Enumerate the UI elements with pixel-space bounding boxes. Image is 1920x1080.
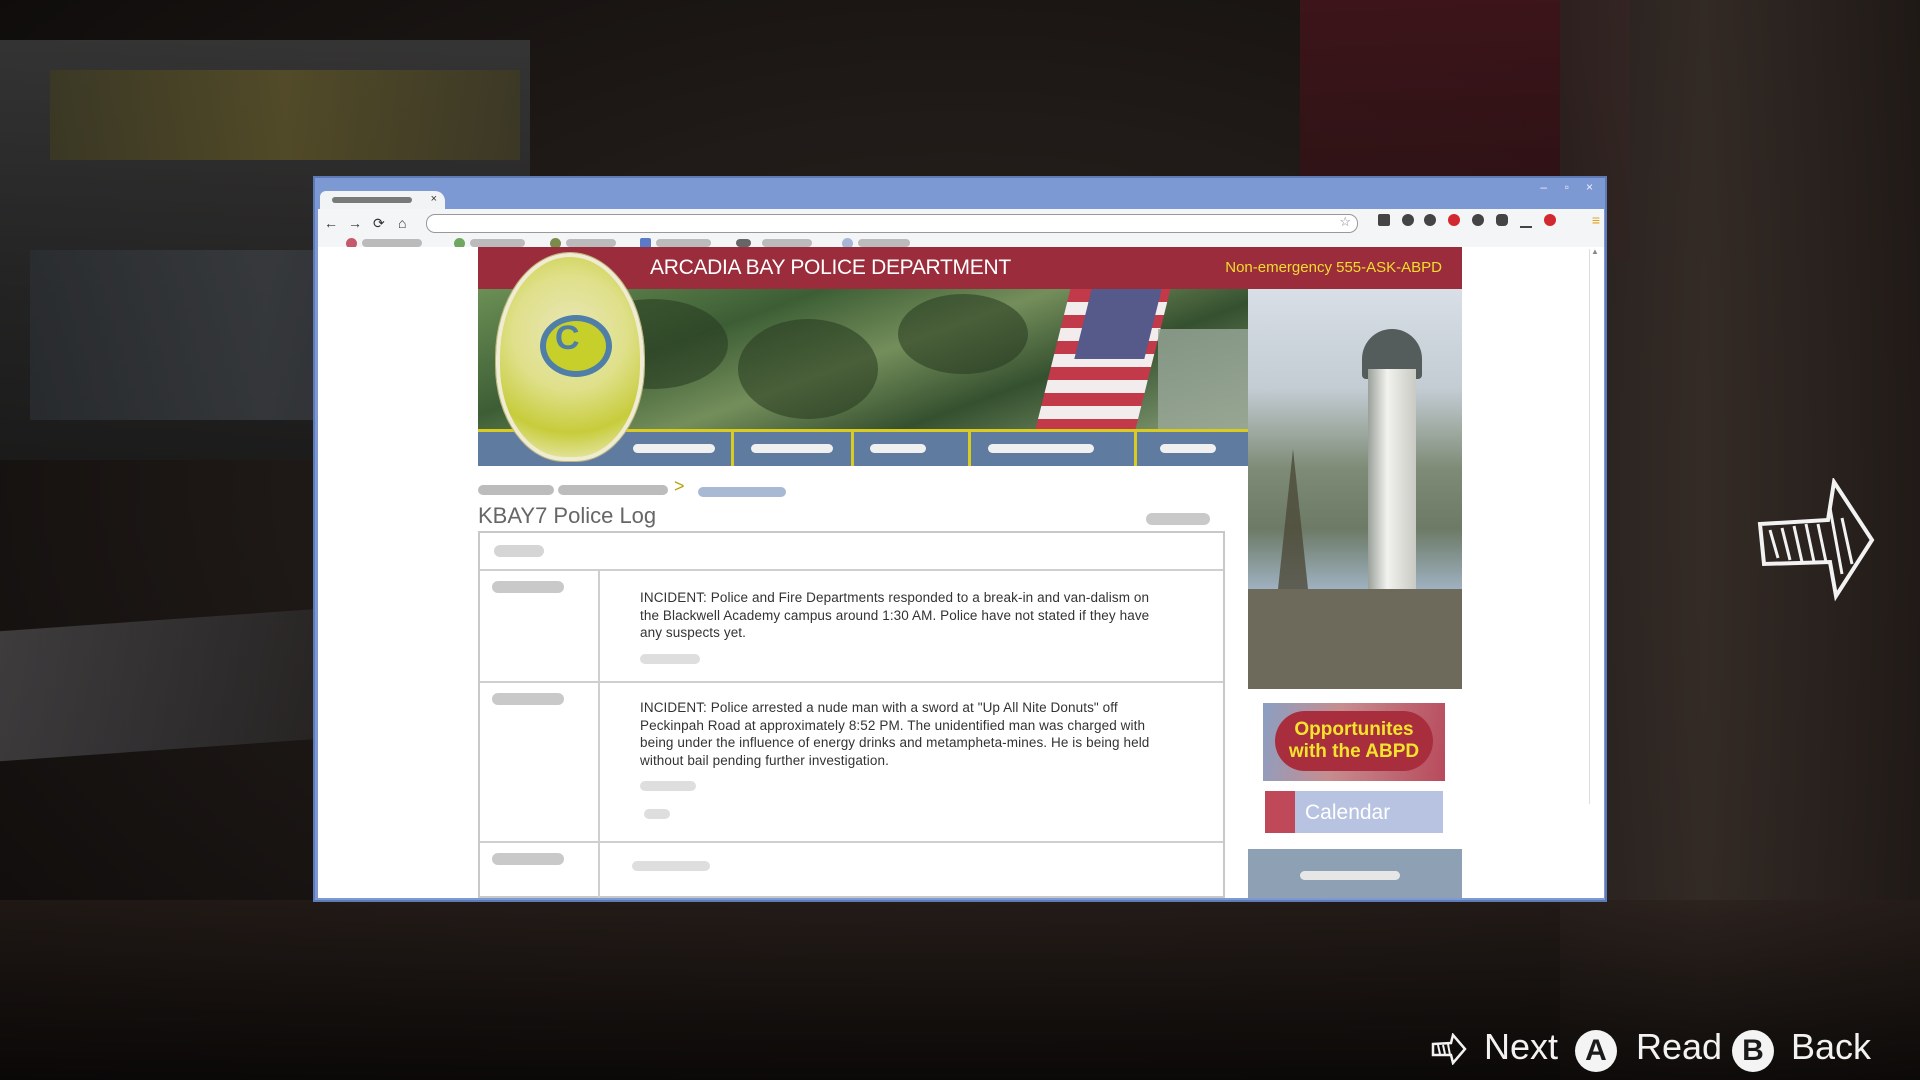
extension-icon[interactable] <box>1424 214 1436 226</box>
bookmark-item[interactable] <box>858 239 910 247</box>
calendar-button[interactable]: Calendar <box>1265 791 1443 833</box>
bookmark-item[interactable] <box>736 239 751 247</box>
extension-icon[interactable] <box>1472 214 1484 226</box>
row-date <box>492 581 564 593</box>
extension-icon[interactable] <box>1402 214 1414 226</box>
nav-item[interactable] <box>870 444 926 453</box>
opportunities-line1: Opportunites <box>1294 719 1414 740</box>
extension-icon[interactable] <box>1544 214 1556 226</box>
opportunities-banner[interactable]: Opportunites with the ABPD <box>1263 703 1445 781</box>
row-date <box>492 853 564 865</box>
bookmark-item[interactable] <box>656 239 711 247</box>
a-button-icon[interactable]: A <box>1575 1030 1617 1072</box>
bookmark-item[interactable] <box>362 239 422 247</box>
nav-item[interactable] <box>1160 444 1216 453</box>
log-entry-text: INCIDENT: Police arrested a nude man wit… <box>640 700 1150 768</box>
table-row: INCIDENT: Police and Fire Departments re… <box>480 569 1223 683</box>
address-bar[interactable]: ☆ <box>426 214 1358 233</box>
bookmark-item[interactable] <box>566 239 616 247</box>
arrow-right-icon[interactable]: → <box>348 215 362 231</box>
log-entry-text: INCIDENT: Police and Fire Departments re… <box>640 590 1150 640</box>
site-header: ARCADIA BAY POLICE DEPARTMENT Non-emerge… <box>478 247 1462 289</box>
back-label[interactable]: Back <box>1791 1026 1871 1072</box>
calendar-label: Calendar <box>1305 801 1391 824</box>
browser-tab[interactable]: × <box>320 191 445 211</box>
close-icon[interactable]: × <box>1586 180 1593 194</box>
table-header <box>480 533 1223 571</box>
bookmark-item[interactable] <box>762 239 812 247</box>
background-papers <box>0 608 320 762</box>
opportunities-line2: with the ABPD <box>1288 741 1420 762</box>
background-floor <box>0 900 1920 1080</box>
page-viewport: ▲ ARCADIA BAY POLICE DEPARTMENT Non-emer… <box>318 247 1604 898</box>
nav-item[interactable] <box>633 444 715 453</box>
bookmark-item[interactable] <box>470 239 525 247</box>
minimize-icon[interactable]: – <box>1540 180 1547 194</box>
reload-icon[interactable]: ⟳ <box>373 215 385 232</box>
breadcrumb-item[interactable] <box>558 485 668 495</box>
next-label[interactable]: Next <box>1484 1026 1558 1072</box>
scrollbar[interactable]: ▲ <box>1589 247 1600 804</box>
nav-item[interactable] <box>751 444 833 453</box>
read-more-link[interactable] <box>640 654 700 664</box>
next-arrow-icon[interactable] <box>1756 478 1876 603</box>
browser-window: × – ▫ × ← → ⟳ ⌂ ☆ ≡ ▲ ARCADIA BAY POLICE… <box>313 176 1607 902</box>
next-arrow-small-icon <box>1431 1033 1467 1065</box>
page-title: KBAY7 Police Log <box>478 503 657 528</box>
non-emergency-number: Non-emergency 555-ASK-ABPD <box>1225 259 1442 276</box>
table-row: INCIDENT: Police arrested a nude man wit… <box>480 681 1223 843</box>
breadcrumb-separator: > <box>674 476 685 496</box>
extension-icon[interactable] <box>1448 214 1460 226</box>
breadcrumb-current[interactable] <box>698 487 786 497</box>
read-label[interactable]: Read <box>1636 1026 1722 1072</box>
police-website: ARCADIA BAY POLICE DEPARTMENT Non-emerge… <box>478 247 1462 898</box>
extension-icon[interactable] <box>1378 214 1390 226</box>
nav-item[interactable] <box>988 444 1094 453</box>
table-row <box>480 841 1223 898</box>
police-badge-icon: C <box>496 253 644 461</box>
row-action[interactable] <box>644 809 670 819</box>
tab-title-scribble <box>332 197 412 203</box>
police-log-table: INCIDENT: Police and Fire Departments re… <box>478 531 1225 898</box>
extension-icon[interactable] <box>1520 214 1532 228</box>
scroll-up-icon[interactable]: ▲ <box>1591 247 1599 256</box>
title-action[interactable] <box>1146 513 1210 525</box>
home-icon[interactable]: ⌂ <box>398 215 406 231</box>
lighthouse-image <box>1248 289 1462 689</box>
sidebar: Opportunites with the ABPD Calendar <box>1248 689 1462 898</box>
maximize-icon[interactable]: ▫ <box>1565 180 1569 194</box>
sidebar-footer <box>1248 849 1462 898</box>
arrow-left-icon[interactable]: ← <box>324 215 338 231</box>
b-button-icon[interactable]: B <box>1732 1030 1774 1072</box>
site-title: ARCADIA BAY POLICE DEPARTMENT <box>650 256 1011 279</box>
background-shelf-items <box>50 70 520 160</box>
breadcrumb-item[interactable] <box>478 485 554 495</box>
menu-icon[interactable]: ≡ <box>1592 212 1600 228</box>
row-placeholder <box>632 861 710 871</box>
extension-icon[interactable] <box>1496 214 1508 226</box>
star-icon[interactable]: ☆ <box>1339 214 1351 230</box>
tab-close-icon[interactable]: × <box>431 193 437 205</box>
row-date <box>492 693 564 705</box>
read-more-link[interactable] <box>640 781 696 791</box>
